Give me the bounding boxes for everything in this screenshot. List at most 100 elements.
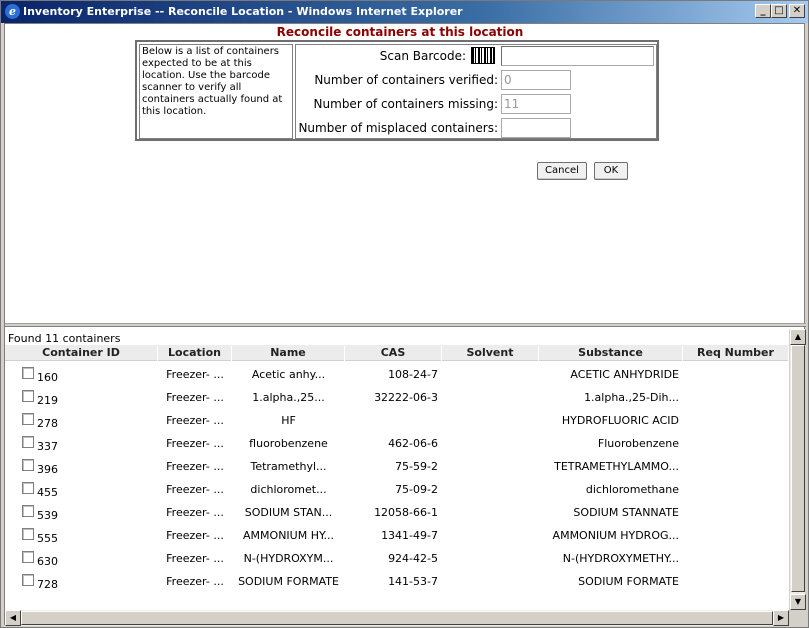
cell-cas: 141-53-7 — [388, 575, 438, 588]
cell-container-id: 555 — [37, 532, 58, 545]
cancel-button[interactable]: Cancel — [537, 162, 587, 180]
cell-name: SODIUM FORMATE — [238, 575, 339, 588]
cell-container-id: 396 — [37, 463, 58, 476]
cell-location: Freezer- ... — [166, 460, 224, 473]
cell-cas: 75-09-2 — [395, 483, 438, 496]
cell-location: Freezer- ... — [166, 368, 224, 381]
cell-location: Freezer- ... — [166, 437, 224, 450]
cell-name: N-(HYDROXYM... — [243, 552, 334, 565]
grid-header: Container ID Location Name CAS Solvent S… — [5, 345, 789, 361]
cell-substance: dichloromethane — [585, 483, 679, 496]
row-checkbox[interactable] — [22, 505, 34, 517]
row-checkbox[interactable] — [22, 367, 34, 379]
cell-substance: HYDROFLUORIC ACID — [561, 414, 679, 427]
cell-name: HF — [281, 414, 296, 427]
cell-name: SODIUM STAN... — [244, 506, 333, 519]
close-button[interactable]: ✕ — [789, 4, 805, 18]
scroll-down-arrow-icon[interactable]: ▼ — [790, 594, 806, 610]
scroll-up-arrow-icon[interactable]: ▲ — [790, 329, 806, 345]
table-row[interactable]: 455 Freezer- ... dichloromet... 75-09-2 dich… — [5, 478, 789, 501]
cell-cas: 1341-49-7 — [381, 529, 438, 542]
vertical-scroll-thumb[interactable] — [791, 345, 805, 592]
row-checkbox[interactable] — [22, 574, 34, 586]
maximize-button[interactable]: □ — [771, 4, 787, 18]
cell-cas: 108-24-7 — [388, 368, 438, 381]
row-checkbox[interactable] — [22, 390, 34, 402]
missing-label: Number of containers missing: — [313, 97, 498, 111]
cell-location: Freezer- ... — [166, 483, 224, 496]
row-checkbox[interactable] — [22, 459, 34, 471]
scroll-right-arrow-icon[interactable]: ▶ — [773, 610, 789, 626]
cell-name: 1.alpha.,25... — [252, 391, 325, 404]
cell-location: Freezer- ... — [166, 506, 224, 519]
table-row[interactable]: 630 Freezer- ... N-(HYDROXYM... 924-42-5 N-(… — [5, 547, 789, 570]
cell-location: Freezer- ... — [166, 529, 224, 542]
browser-window: e Inventory Enterprise -- Reconcile Loca… — [0, 0, 809, 628]
reconcile-form: Below is a list of containers expected t… — [135, 40, 659, 141]
table-row[interactable]: 539 Freezer- ... SODIUM STAN... 12058-66-1 S… — [5, 501, 789, 524]
cell-container-id: 337 — [37, 440, 58, 453]
cell-name: fluorobenzene — [249, 437, 328, 450]
page-content: Reconcile containers at this location Be… — [4, 23, 806, 626]
scan-row: Scan Barcode: — [294, 46, 656, 66]
column-header-name[interactable]: Name — [232, 346, 345, 361]
cell-name: dichloromet... — [250, 483, 327, 496]
cell-container-id: 278 — [37, 417, 58, 430]
cell-name: AMMONIUM HY... — [243, 529, 334, 542]
scroll-left-arrow-icon[interactable]: ◀ — [5, 610, 21, 626]
verified-row: Number of containers verified: 0 — [294, 70, 656, 90]
cell-location: Freezer- ... — [166, 552, 224, 565]
containers-grid: Container ID Location Name CAS Solvent S… — [5, 345, 789, 610]
column-header-cas[interactable]: CAS — [345, 346, 442, 361]
cell-container-id: 630 — [37, 555, 58, 568]
cell-location: Freezer- ... — [166, 414, 224, 427]
horizontal-scrollbar[interactable]: ◀ ▶ — [5, 610, 789, 626]
column-header-req-number[interactable]: Req Number — [683, 346, 789, 361]
reconcile-fields: Scan Barcode: Number of containers verif… — [295, 44, 657, 139]
row-checkbox[interactable] — [22, 551, 34, 563]
cell-name: Tetramethyl... — [250, 460, 327, 473]
cell-substance: Fluorobenzene — [597, 437, 679, 450]
vertical-scrollbar[interactable]: ▲ ▼ — [789, 329, 806, 610]
cell-substance: SODIUM FORMATE — [578, 575, 679, 588]
cell-substance: AMMONIUM HYDROG... — [552, 529, 679, 542]
scan-barcode-input[interactable] — [501, 46, 654, 66]
table-row[interactable]: 337 Freezer- ... fluorobenzene 462-06-6 Fluo… — [5, 432, 789, 455]
frame-splitter[interactable] — [5, 323, 806, 327]
title-bar[interactable]: e Inventory Enterprise -- Reconcile Loca… — [1, 1, 808, 23]
table-row[interactable]: 160 Freezer- ... Acetic anhy... 108-24-7 ACE… — [5, 363, 789, 386]
verified-label: Number of containers verified: — [314, 73, 498, 87]
ok-button[interactable]: OK — [594, 162, 628, 180]
table-row[interactable]: 219 Freezer- ... 1.alpha.,25... 32222-06-3 1… — [5, 386, 789, 409]
cell-substance: 1.alpha.,25-Dih... — [584, 391, 679, 404]
table-row[interactable]: 278 Freezer- ... HF HYDROFLUORIC ACID — [5, 409, 789, 432]
window-title: Inventory Enterprise -- Reconcile Locati… — [23, 5, 463, 18]
row-checkbox[interactable] — [22, 528, 34, 540]
cell-container-id: 160 — [37, 371, 58, 384]
minimize-button[interactable]: _ — [755, 4, 771, 18]
horizontal-scroll-thumb[interactable] — [21, 611, 773, 625]
page-title: Reconcile containers at this location — [276, 25, 524, 39]
column-header-solvent[interactable]: Solvent — [442, 346, 539, 361]
cell-cas: 12058-66-1 — [374, 506, 438, 519]
column-header-location[interactable]: Location — [158, 346, 232, 361]
cell-cas: 462-06-6 — [388, 437, 438, 450]
row-checkbox[interactable] — [22, 413, 34, 425]
cell-name: Acetic anhy... — [251, 368, 326, 381]
scrollbar-corner — [789, 610, 805, 626]
cell-container-id: 539 — [37, 509, 58, 522]
table-row[interactable]: 396 Freezer- ... Tetramethyl... 75-59-2 TETR… — [5, 455, 789, 478]
misplaced-label: Number of misplaced containers: — [298, 121, 498, 135]
column-header-substance[interactable]: Substance — [539, 346, 683, 361]
row-checkbox[interactable] — [22, 482, 34, 494]
table-row[interactable]: 728 Freezer- ... SODIUM FORMATE 141-53-7 SOD… — [5, 570, 789, 593]
column-header-container-id[interactable]: Container ID — [5, 346, 158, 361]
cell-cas: 75-59-2 — [395, 460, 438, 473]
cell-cas: 32222-06-3 — [374, 391, 438, 404]
table-row[interactable]: 555 Freezer- ... AMMONIUM HY... 1341-49-7 AM… — [5, 524, 789, 547]
cell-cas: 924-42-5 — [388, 552, 438, 565]
verified-count-field: 0 — [501, 70, 571, 90]
cell-substance: N-(HYDROXYMETHY... — [562, 552, 679, 565]
row-checkbox[interactable] — [22, 436, 34, 448]
cell-container-id: 219 — [37, 394, 58, 407]
